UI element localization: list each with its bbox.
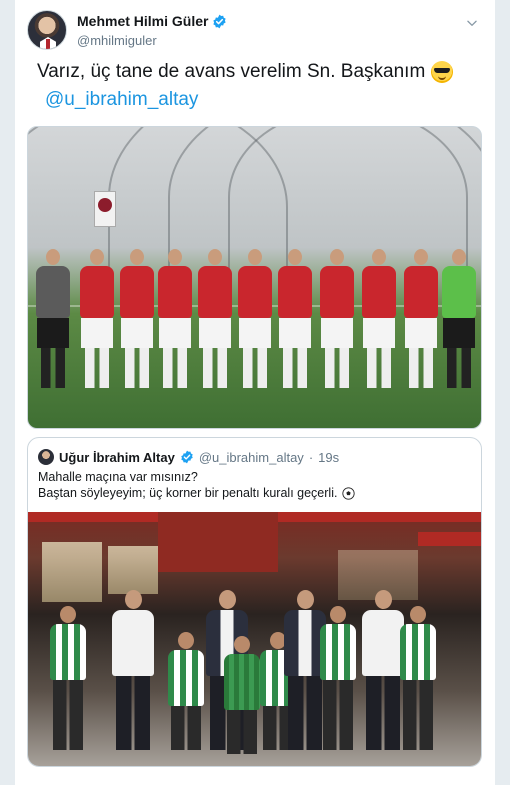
club-banner bbox=[94, 191, 116, 227]
quoted-author-handle[interactable]: @u_ibrahim_altay bbox=[199, 450, 304, 465]
author-display-name-text[interactable]: Mehmet Hilmi Güler bbox=[77, 13, 208, 29]
sunglasses-emoji-icon bbox=[431, 61, 454, 83]
author-avatar[interactable] bbox=[27, 10, 67, 50]
soccer-ball-icon bbox=[342, 486, 356, 500]
tweet-header: Mehmet Hilmi Güler @mhilmiguler bbox=[27, 10, 483, 54]
verified-badge-icon bbox=[181, 450, 193, 464]
quoted-tweet-photo[interactable] bbox=[28, 512, 481, 766]
quoted-tweet-header: Uğur İbrahim Altay @u_ibrahim_altay · 19… bbox=[38, 447, 471, 467]
tweet-text-body: Varız, üç tane de avans verelim Sn. Başk… bbox=[37, 61, 426, 82]
quoted-tweet-text: Mahalle maçına var mısınız? Baştan söyle… bbox=[38, 469, 471, 501]
author-display-name[interactable]: Mehmet Hilmi Güler bbox=[77, 13, 227, 29]
tweet-text: Varız, üç tane de avans verelim Sn. Başk… bbox=[37, 58, 475, 114]
tweet-card[interactable]: Mehmet Hilmi Güler @mhilmiguler Varız, ü… bbox=[14, 0, 496, 785]
quoted-text-line-2: Baştan söyleyeyim; üç korner bir penaltı… bbox=[38, 486, 338, 500]
chevron-down-icon[interactable] bbox=[465, 16, 479, 30]
tweet-photo-team[interactable] bbox=[27, 126, 482, 429]
quoted-tweet-time[interactable]: 19s bbox=[318, 450, 339, 465]
quoted-tweet[interactable]: Uğur İbrahim Altay @u_ibrahim_altay · 19… bbox=[27, 437, 482, 767]
mention-link[interactable]: @u_ibrahim_altay bbox=[45, 89, 198, 110]
verified-badge-icon bbox=[213, 14, 227, 28]
quoted-author-avatar[interactable] bbox=[38, 449, 54, 465]
quoted-author-display-name[interactable]: Uğur İbrahim Altay bbox=[59, 450, 175, 465]
quoted-text-line-1: Mahalle maçına var mısınız? bbox=[38, 470, 198, 484]
author-handle[interactable]: @mhilmiguler bbox=[77, 33, 227, 48]
author-names: Mehmet Hilmi Güler @mhilmiguler bbox=[77, 13, 227, 48]
separator-dot: · bbox=[308, 449, 314, 465]
